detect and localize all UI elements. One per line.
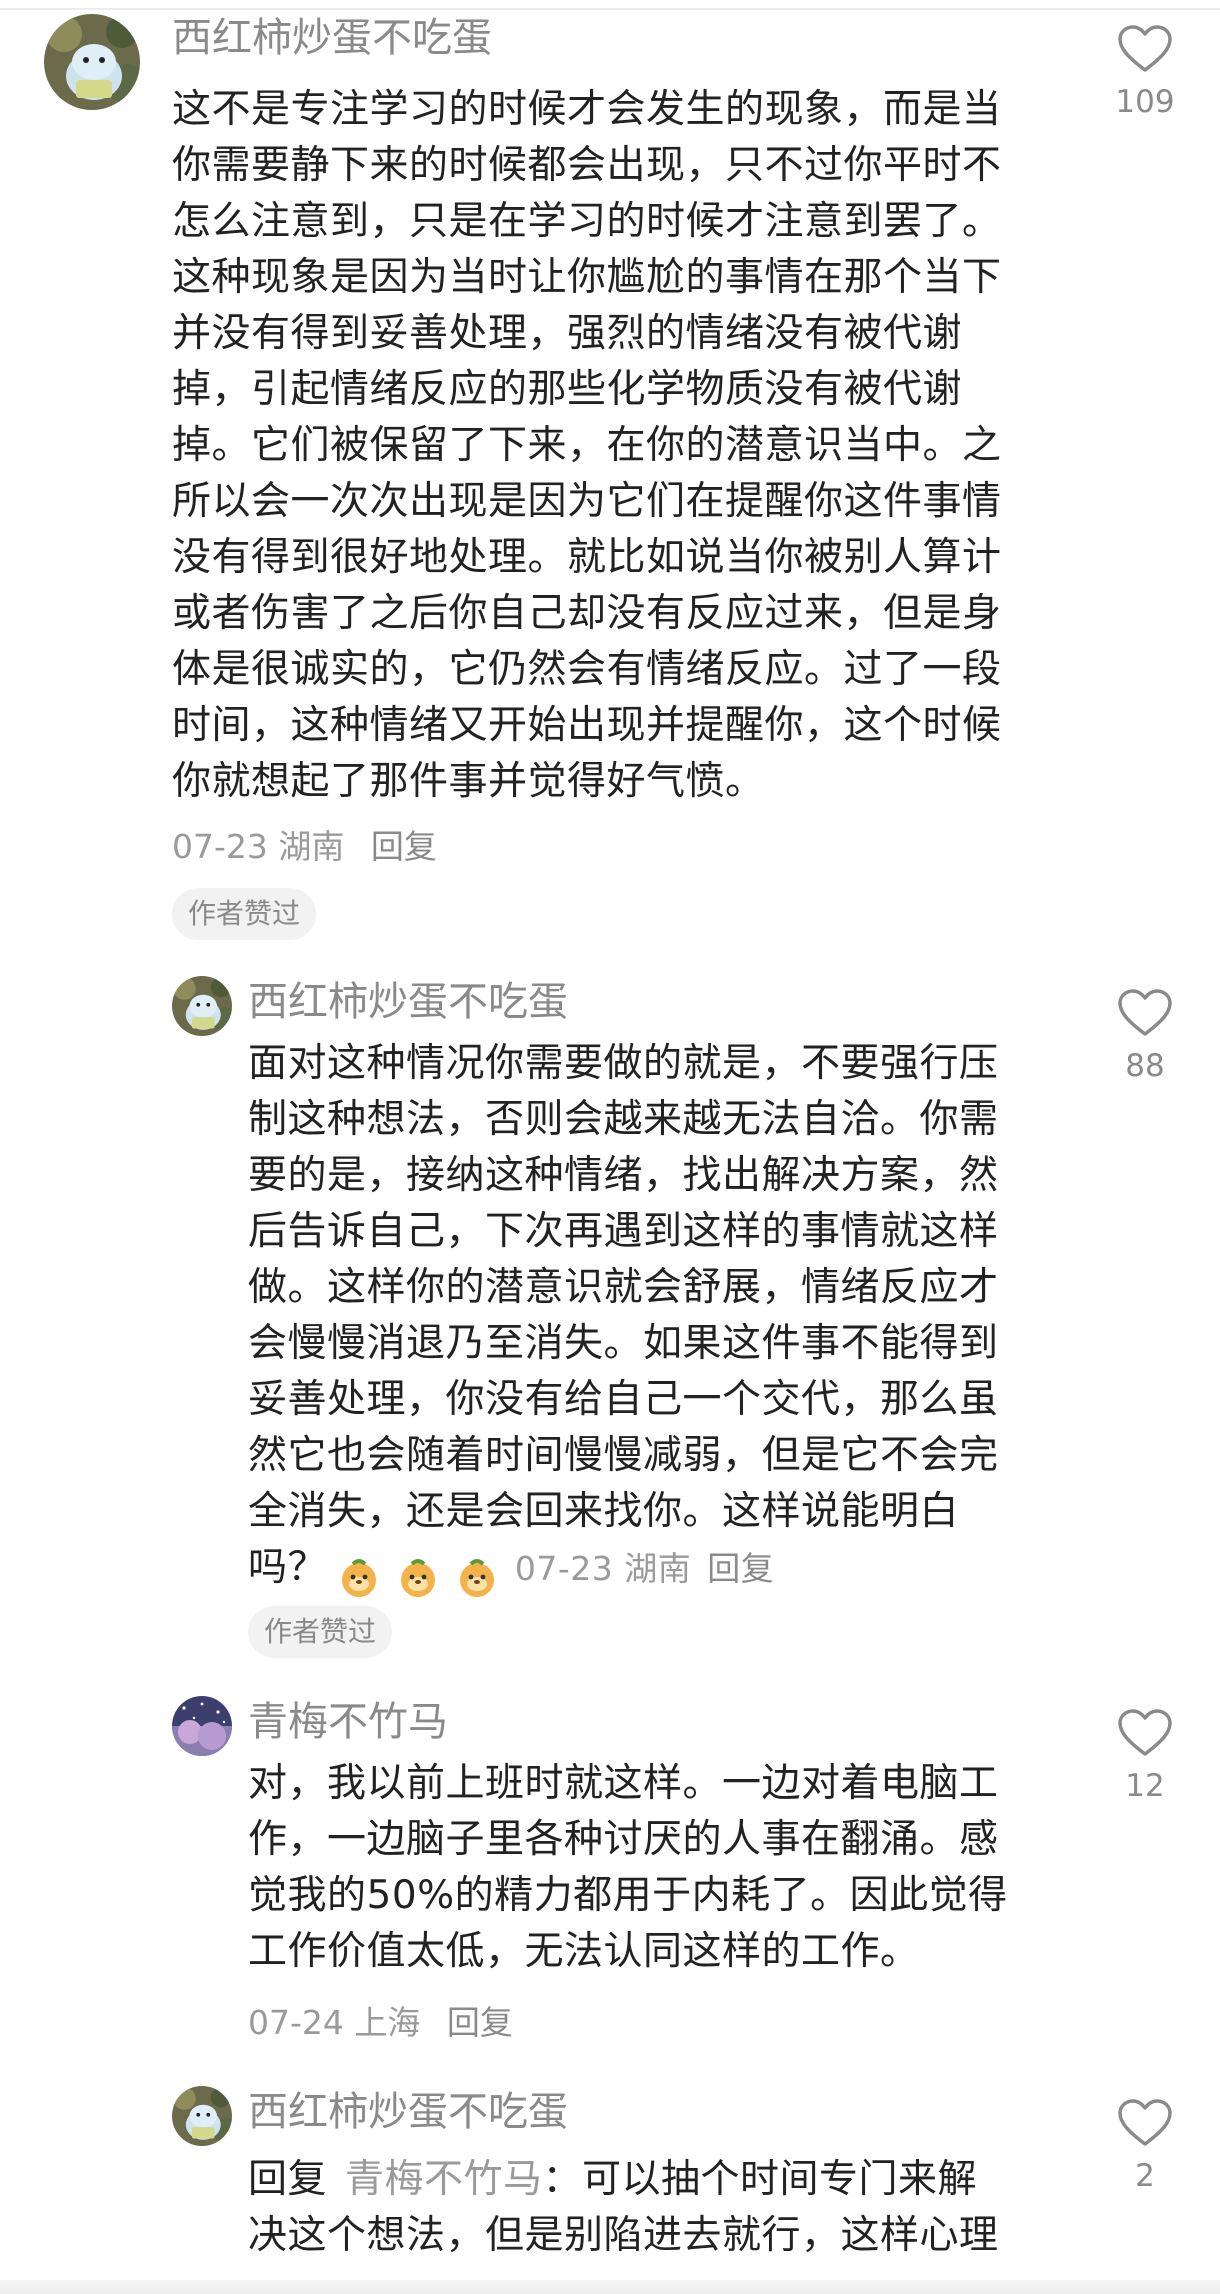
night-sky-avatar-icon xyxy=(172,1696,232,1756)
avatar[interactable] xyxy=(172,1696,232,1756)
text-line-with-mention: 回复 青梅不竹马：可以抽个时间专门来解 xyxy=(248,2152,999,2208)
comment-date: 07-24 xyxy=(248,2003,344,2042)
comment-text: 这不是专注学习的时候才会发生的现象，而是当 你需要静下来的时候都会出现，只不过你… xyxy=(172,82,1002,810)
text-line: 面对这种情况你需要做的就是，不要强行压 xyxy=(248,1041,999,1086)
text-line: 妥善处理，你没有给自己一个交代，那么虽 xyxy=(248,1377,999,1422)
mention-link[interactable]: 青梅不竹马 xyxy=(345,2157,543,2202)
text-line: 你需要静下来的时候都会出现，只不过你平时不 xyxy=(172,143,1002,188)
text-line: 所以会一次次出现是因为它们在提醒你这件事情 xyxy=(172,479,1002,524)
reply-button[interactable]: 回复 xyxy=(447,2003,513,2042)
heart-outline-icon xyxy=(1118,2099,1172,2146)
comment-location: 湖南 xyxy=(624,1549,692,1588)
text-line: 决这个想法，但是别陷进去就行，这样心理 xyxy=(248,2213,999,2258)
username[interactable]: 西红柿炒蛋不吃蛋 xyxy=(248,978,568,1026)
text-line: 你就想起了那件事并觉得好气愤。 xyxy=(172,759,765,804)
comment-date: 07-23 xyxy=(172,827,268,866)
heart-outline-icon xyxy=(1118,1709,1172,1756)
username[interactable]: 青梅不竹马 xyxy=(248,1698,448,1746)
comment-text: 面对这种情况你需要做的就是，不要强行压 制这种想法，否则会越来越无法自洽。你需 … xyxy=(248,1036,999,1604)
text-line: 觉我的50%的精力都用于内耗了。因此觉得 xyxy=(248,1873,1008,1918)
cartoon-avatar-icon xyxy=(172,976,232,1036)
reply-button[interactable]: 回复 xyxy=(707,1549,774,1588)
like-button[interactable]: 109 xyxy=(1100,24,1190,120)
text-line: 体是很诚实的，它仍然会有情绪反应。过了一段 xyxy=(172,647,1002,692)
like-button[interactable]: 2 xyxy=(1100,2098,1190,2194)
comment-meta: 07-23 湖南 回复 xyxy=(515,1549,774,1588)
text-line: 会慢慢消退乃至消失。如果这件事不能得到 xyxy=(248,1321,999,1366)
text-line: 做。这样你的潜意识就会舒展，情绪反应才 xyxy=(248,1265,999,1310)
comment-text: 回复 青梅不竹马：可以抽个时间专门来解 决这个想法，但是别陷进去就行，这样心理 xyxy=(248,2152,999,2264)
text-line: 这不是专注学习的时候才会发生的现象，而是当 xyxy=(172,87,1002,132)
emoji-row xyxy=(337,1548,501,1604)
text-line: 时间，这种情绪又开始出现并提醒你，这个时候 xyxy=(172,703,1002,748)
heart-outline-icon xyxy=(1118,25,1172,72)
reply-prefix: 回复 xyxy=(248,2157,328,2202)
reply-button[interactable]: 回复 xyxy=(371,827,437,866)
text-line: 全消失，还是会回来找你。这样说能明白 xyxy=(248,1489,960,1534)
text-line-with-meta: 吗？ 07-23 湖南 回复 xyxy=(248,1540,999,1604)
username[interactable]: 西红柿炒蛋不吃蛋 xyxy=(172,14,492,62)
text-line: 或者伤害了之后你自己却没有反应过来，但是身 xyxy=(172,591,1002,636)
orange-doge-emoji-icon xyxy=(400,1558,435,1597)
orange-doge-emoji-icon xyxy=(459,1558,494,1597)
orange-doge-emoji-icon xyxy=(342,1558,377,1597)
top-divider xyxy=(0,8,1220,10)
avatar[interactable] xyxy=(44,14,140,110)
like-button[interactable]: 12 xyxy=(1100,1708,1190,1804)
avatar[interactable] xyxy=(172,976,232,1036)
text-line: 这种现象是因为当时让你尴尬的事情在那个当下 xyxy=(172,255,1002,300)
text-line: 掉。它们被保留了下来，在你的潜意识当中。之 xyxy=(172,423,1002,468)
cartoon-avatar-icon xyxy=(44,14,140,110)
like-count: 88 xyxy=(1125,1048,1165,1084)
comment-date: 07-23 xyxy=(514,1549,614,1588)
like-count: 109 xyxy=(1115,84,1175,120)
text-line: 工作价值太低，无法认同这样的工作。 xyxy=(248,1929,920,1974)
like-button[interactable]: 88 xyxy=(1100,988,1190,1084)
like-count: 12 xyxy=(1125,1768,1165,1804)
text-line: 要的是，接纳这种情绪，找出解决方案，然 xyxy=(248,1153,999,1198)
username[interactable]: 西红柿炒蛋不吃蛋 xyxy=(248,2088,568,2136)
text-line: 制这种想法，否则会越来越无法自洽。你需 xyxy=(248,1097,999,1142)
bottom-edge xyxy=(0,2280,1220,2294)
author-liked-badge: 作者赞过 xyxy=(172,888,317,940)
text-line: 作，一边脑子里各种讨厌的人事在翻涌。感 xyxy=(248,1817,999,1862)
like-count: 2 xyxy=(1135,2158,1155,2194)
text-line: ：可以抽个时间专门来解 xyxy=(542,2157,978,2202)
text-line: 对，我以前上班时就这样。一边对着电脑工 xyxy=(248,1761,999,1806)
text-line: 并没有得到妥善处理，强烈的情绪没有被代谢 xyxy=(172,311,963,356)
text-line: 吗？ xyxy=(248,1545,328,1590)
comment-meta: 07-24 上海 回复 xyxy=(248,1996,513,2044)
comment-text: 对，我以前上班时就这样。一边对着电脑工 作，一边脑子里各种讨厌的人事在翻涌。感 … xyxy=(248,1756,1008,1980)
comment-location: 上海 xyxy=(354,2003,421,2042)
text-line: 掉，引起情绪反应的那些化学物质没有被代谢 xyxy=(172,367,963,412)
comment-meta: 07-23 湖南 回复 xyxy=(172,820,437,868)
comment-location: 湖南 xyxy=(278,827,345,866)
avatar[interactable] xyxy=(172,2086,232,2146)
text-line: 然它也会随着时间慢慢减弱，但是它不会完 xyxy=(248,1433,999,1478)
heart-outline-icon xyxy=(1118,989,1172,1036)
text-line: 没有得到很好地处理。就比如说当你被别人算计 xyxy=(172,535,1002,580)
text-line: 后告诉自己，下次再遇到这样的事情就这样 xyxy=(248,1209,999,1254)
text-line: 怎么注意到，只是在学习的时候才注意到罢了。 xyxy=(172,199,1002,244)
author-liked-badge: 作者赞过 xyxy=(248,1606,393,1658)
cartoon-avatar-icon xyxy=(172,2086,232,2146)
